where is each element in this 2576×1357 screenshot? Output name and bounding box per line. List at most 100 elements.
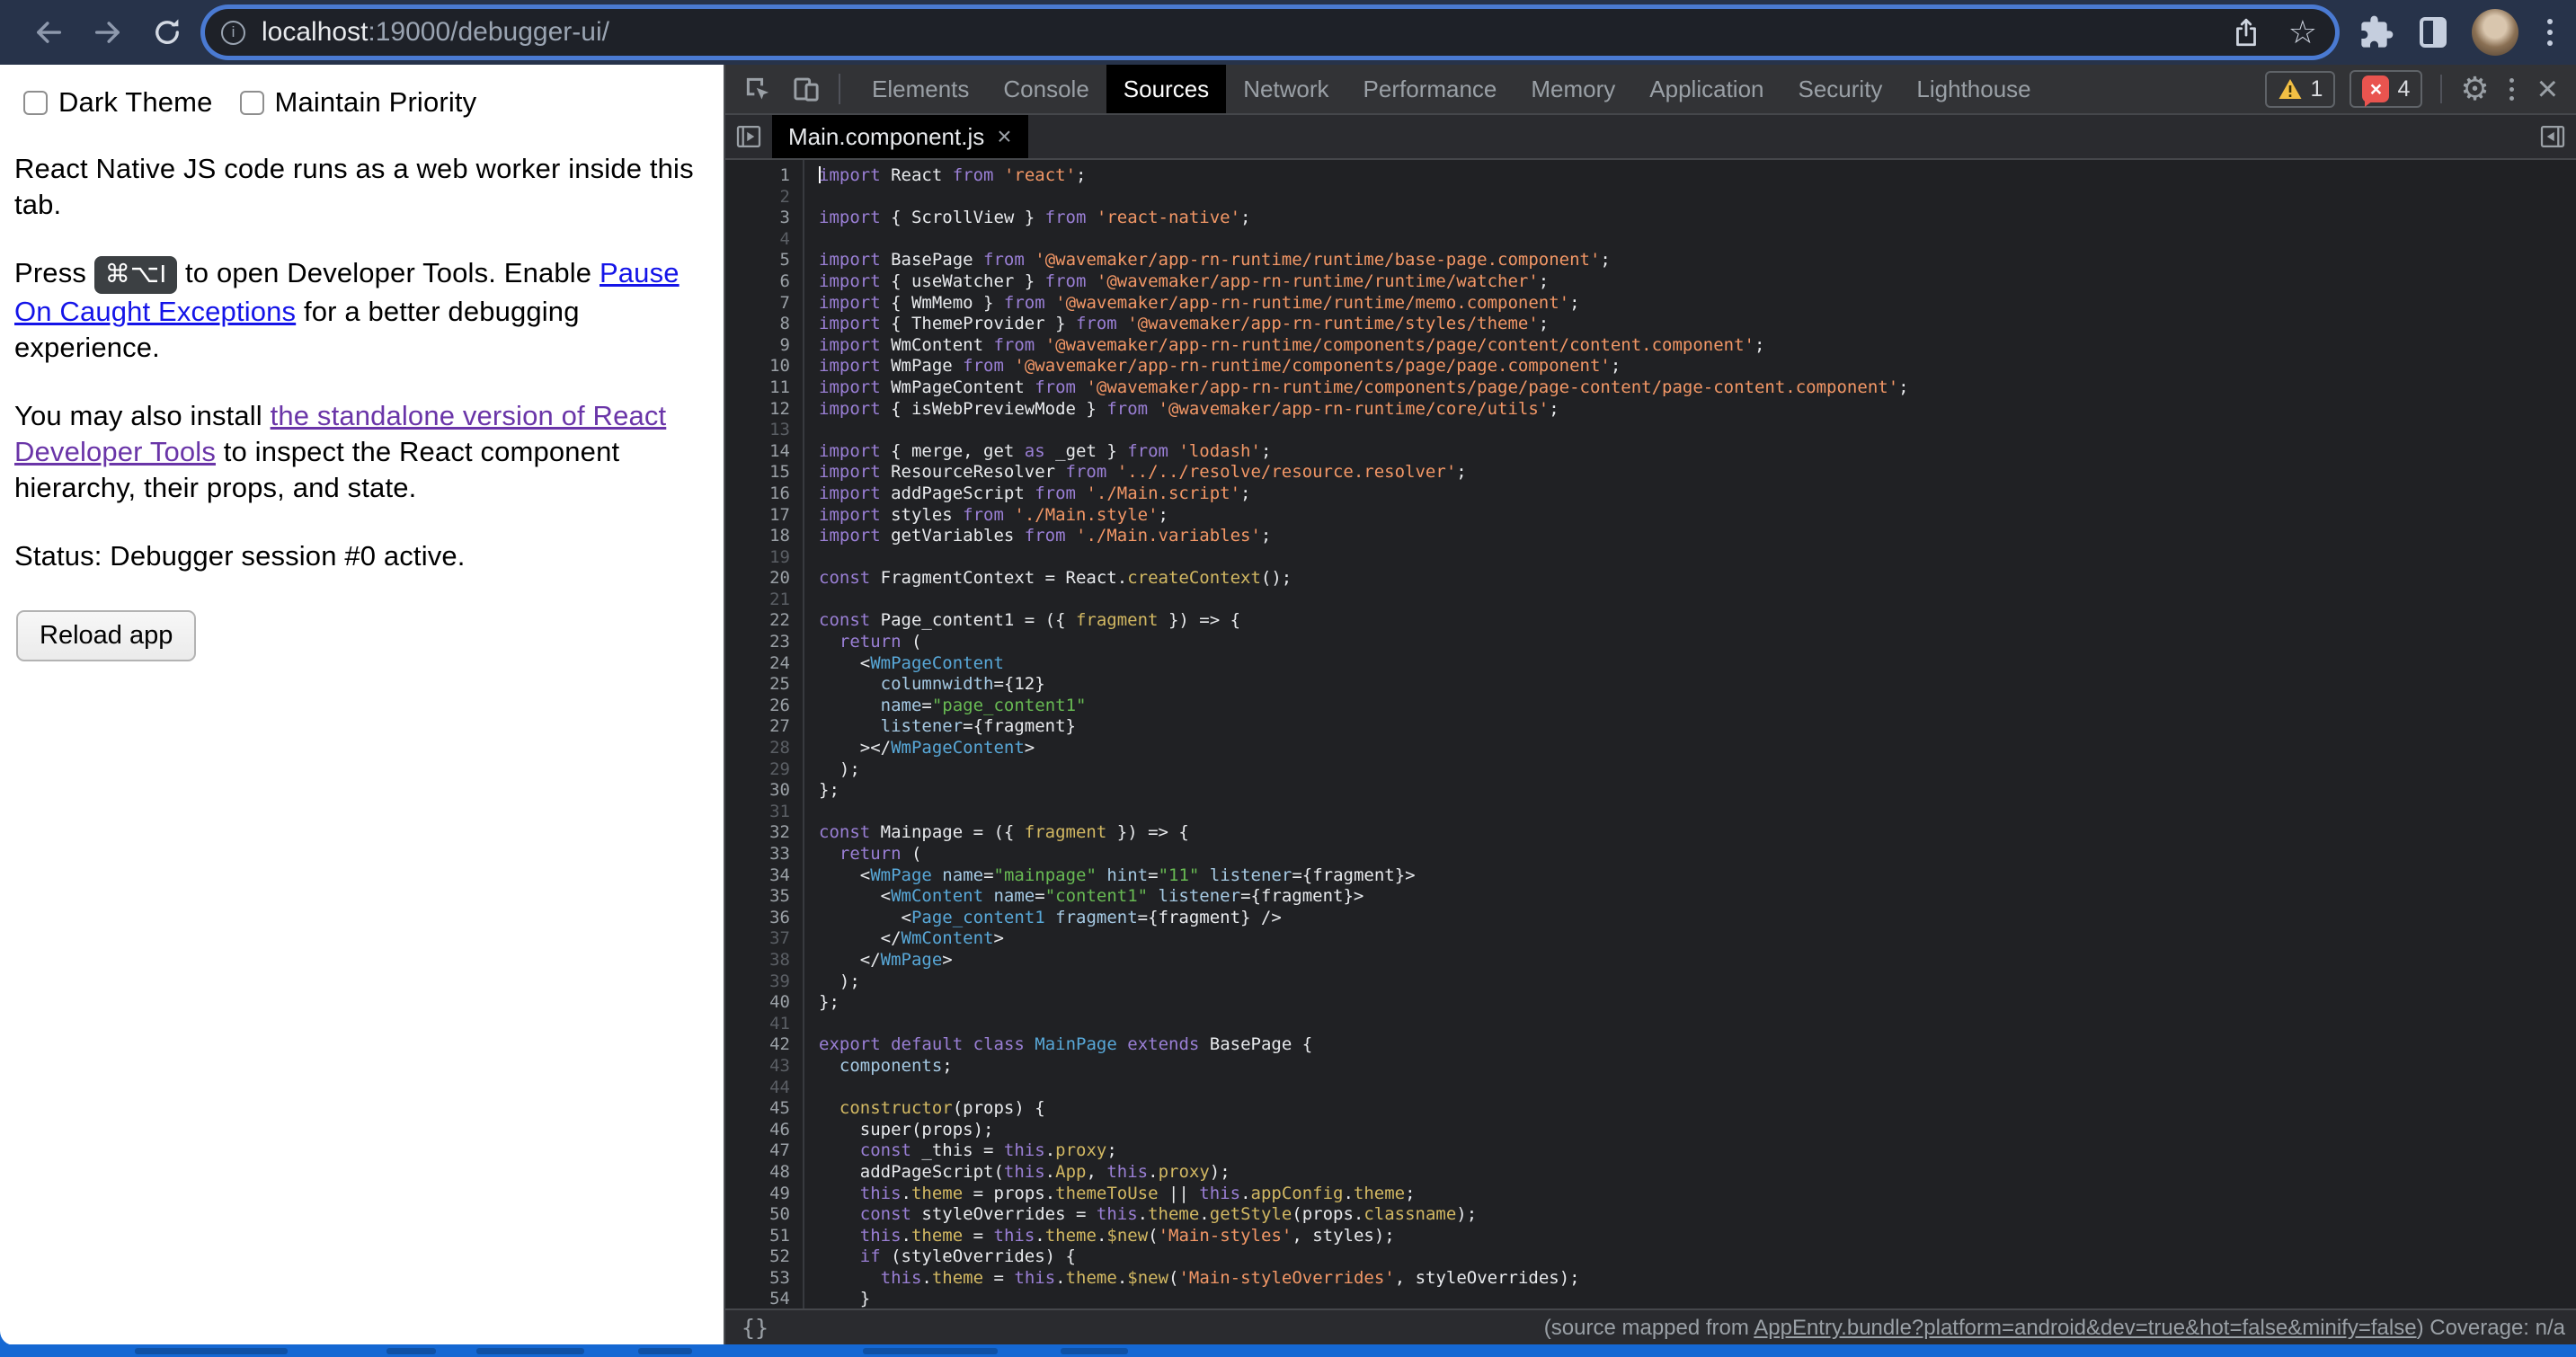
line-number-24[interactable]: 24 <box>725 653 803 675</box>
line-number-4[interactable]: 4 <box>725 229 803 251</box>
line-number-34[interactable]: 34 <box>725 865 803 887</box>
line-number-28[interactable]: 28 <box>725 738 803 759</box>
error-count: 4 <box>2397 76 2410 102</box>
browser-menu-icon[interactable] <box>2544 15 2556 49</box>
forward-button[interactable] <box>90 14 126 50</box>
devtools-tab-security[interactable]: Security <box>1781 65 1900 113</box>
line-number-11[interactable]: 11 <box>725 377 803 399</box>
code-line-14: import { merge, get as _get } from 'loda… <box>819 441 2576 463</box>
device-toolbar-icon[interactable] <box>786 69 826 109</box>
url-bar[interactable]: i localhost:19000/debugger-ui/ ☆ <box>205 9 2335 56</box>
line-number-32[interactable]: 32 <box>725 822 803 844</box>
line-number-29[interactable]: 29 <box>725 759 803 781</box>
code-line-33: return ( <box>819 844 2576 865</box>
errors-badge[interactable]: × 4 <box>2349 70 2422 108</box>
line-number-20[interactable]: 20 <box>725 568 803 590</box>
hint-text-before: Press <box>14 257 94 288</box>
line-number-38[interactable]: 38 <box>725 950 803 971</box>
warnings-badge[interactable]: 1 <box>2265 71 2336 108</box>
file-tab-close-icon[interactable]: × <box>997 122 1011 151</box>
line-number-30[interactable]: 30 <box>725 780 803 802</box>
line-number-8[interactable]: 8 <box>725 314 803 335</box>
line-number-43[interactable]: 43 <box>725 1056 803 1078</box>
show-debugger-sidebar-icon[interactable] <box>2529 115 2576 158</box>
line-number-17[interactable]: 17 <box>725 505 803 527</box>
line-number-33[interactable]: 33 <box>725 844 803 865</box>
line-number-15[interactable]: 15 <box>725 462 803 483</box>
devtools-tab-application[interactable]: Application <box>1632 65 1781 113</box>
line-number-35[interactable]: 35 <box>725 886 803 908</box>
line-number-3[interactable]: 3 <box>725 208 803 229</box>
line-number-45[interactable]: 45 <box>725 1098 803 1120</box>
devtools-tab-sources[interactable]: Sources <box>1106 65 1226 113</box>
line-number-46[interactable]: 46 <box>725 1120 803 1141</box>
source-map-link[interactable]: AppEntry.bundle?platform=android&dev=tru… <box>1754 1316 2416 1340</box>
line-number-49[interactable]: 49 <box>725 1184 803 1205</box>
line-number-39[interactable]: 39 <box>725 971 803 993</box>
show-navigator-icon[interactable] <box>725 115 772 158</box>
line-number-42[interactable]: 42 <box>725 1034 803 1056</box>
reload-app-button[interactable]: Reload app <box>16 610 196 661</box>
devtools-tab-lighthouse[interactable]: Lighthouse <box>1899 65 2047 113</box>
line-number-12[interactable]: 12 <box>725 399 803 421</box>
shortcut-kbd: ⌘⌥I <box>94 256 178 294</box>
line-number-26[interactable]: 26 <box>725 696 803 717</box>
line-number-47[interactable]: 47 <box>725 1140 803 1162</box>
line-number-16[interactable]: 16 <box>725 483 803 505</box>
devtools-tab-network[interactable]: Network <box>1226 65 1346 113</box>
line-number-54[interactable]: 54 <box>725 1289 803 1308</box>
line-number-13[interactable]: 13 <box>725 420 803 441</box>
devtools-close-icon[interactable]: × <box>2534 71 2562 107</box>
line-number-19[interactable]: 19 <box>725 547 803 569</box>
line-number-37[interactable]: 37 <box>725 928 803 950</box>
side-panel-icon[interactable] <box>2420 17 2447 48</box>
maintain-priority-checkbox[interactable] <box>240 91 264 115</box>
code-line-41 <box>819 1014 2576 1035</box>
line-number-2[interactable]: 2 <box>725 187 803 208</box>
line-number-27[interactable]: 27 <box>725 716 803 738</box>
devtools-tab-console[interactable]: Console <box>986 65 1106 113</box>
file-tab-main-component[interactable]: Main.component.js × <box>772 115 1028 158</box>
devtools-tab-memory[interactable]: Memory <box>1514 65 1632 113</box>
line-number-6[interactable]: 6 <box>725 271 803 293</box>
devtools-tab-elements[interactable]: Elements <box>855 65 986 113</box>
settings-gear-icon[interactable]: ⚙ <box>2460 73 2489 105</box>
back-button[interactable] <box>31 14 67 50</box>
line-number-40[interactable]: 40 <box>725 992 803 1014</box>
line-number-9[interactable]: 9 <box>725 335 803 357</box>
line-number-41[interactable]: 41 <box>725 1014 803 1035</box>
reload-button[interactable] <box>149 14 185 50</box>
line-number-31[interactable]: 31 <box>725 802 803 823</box>
inspect-element-icon[interactable] <box>738 69 777 109</box>
maintain-priority-label[interactable]: Maintain Priority <box>275 86 477 119</box>
share-icon[interactable] <box>2231 16 2261 49</box>
line-number-22[interactable]: 22 <box>725 610 803 632</box>
line-number-23[interactable]: 23 <box>725 632 803 653</box>
line-number-52[interactable]: 52 <box>725 1246 803 1268</box>
line-number-1[interactable]: 1 <box>725 165 803 187</box>
devtools-tab-performance[interactable]: Performance <box>1346 65 1515 113</box>
url-text: localhost:19000/debugger-ui/ <box>262 17 2216 48</box>
profile-avatar[interactable] <box>2472 9 2518 56</box>
dark-theme-label[interactable]: Dark Theme <box>58 86 213 119</box>
line-number-7[interactable]: 7 <box>725 293 803 315</box>
line-number-21[interactable]: 21 <box>725 590 803 611</box>
dark-theme-checkbox[interactable] <box>23 91 48 115</box>
line-number-48[interactable]: 48 <box>725 1162 803 1184</box>
bookmark-star-icon[interactable]: ☆ <box>2288 16 2317 49</box>
code-editor[interactable]: 1234567891011121314151617181920212223242… <box>725 160 2576 1308</box>
line-number-44[interactable]: 44 <box>725 1078 803 1099</box>
line-number-25[interactable]: 25 <box>725 674 803 696</box>
site-info-icon[interactable]: i <box>221 21 245 45</box>
line-number-36[interactable]: 36 <box>725 908 803 929</box>
line-number-18[interactable]: 18 <box>725 526 803 547</box>
line-number-14[interactable]: 14 <box>725 441 803 463</box>
line-number-50[interactable]: 50 <box>725 1204 803 1226</box>
line-number-51[interactable]: 51 <box>725 1226 803 1247</box>
devtools-menu-icon[interactable] <box>2504 75 2519 104</box>
line-number-53[interactable]: 53 <box>725 1268 803 1290</box>
line-number-10[interactable]: 10 <box>725 356 803 377</box>
extensions-puzzle-icon[interactable] <box>2358 14 2394 50</box>
line-number-5[interactable]: 5 <box>725 250 803 271</box>
pretty-print-icon[interactable]: {} <box>725 1315 785 1341</box>
